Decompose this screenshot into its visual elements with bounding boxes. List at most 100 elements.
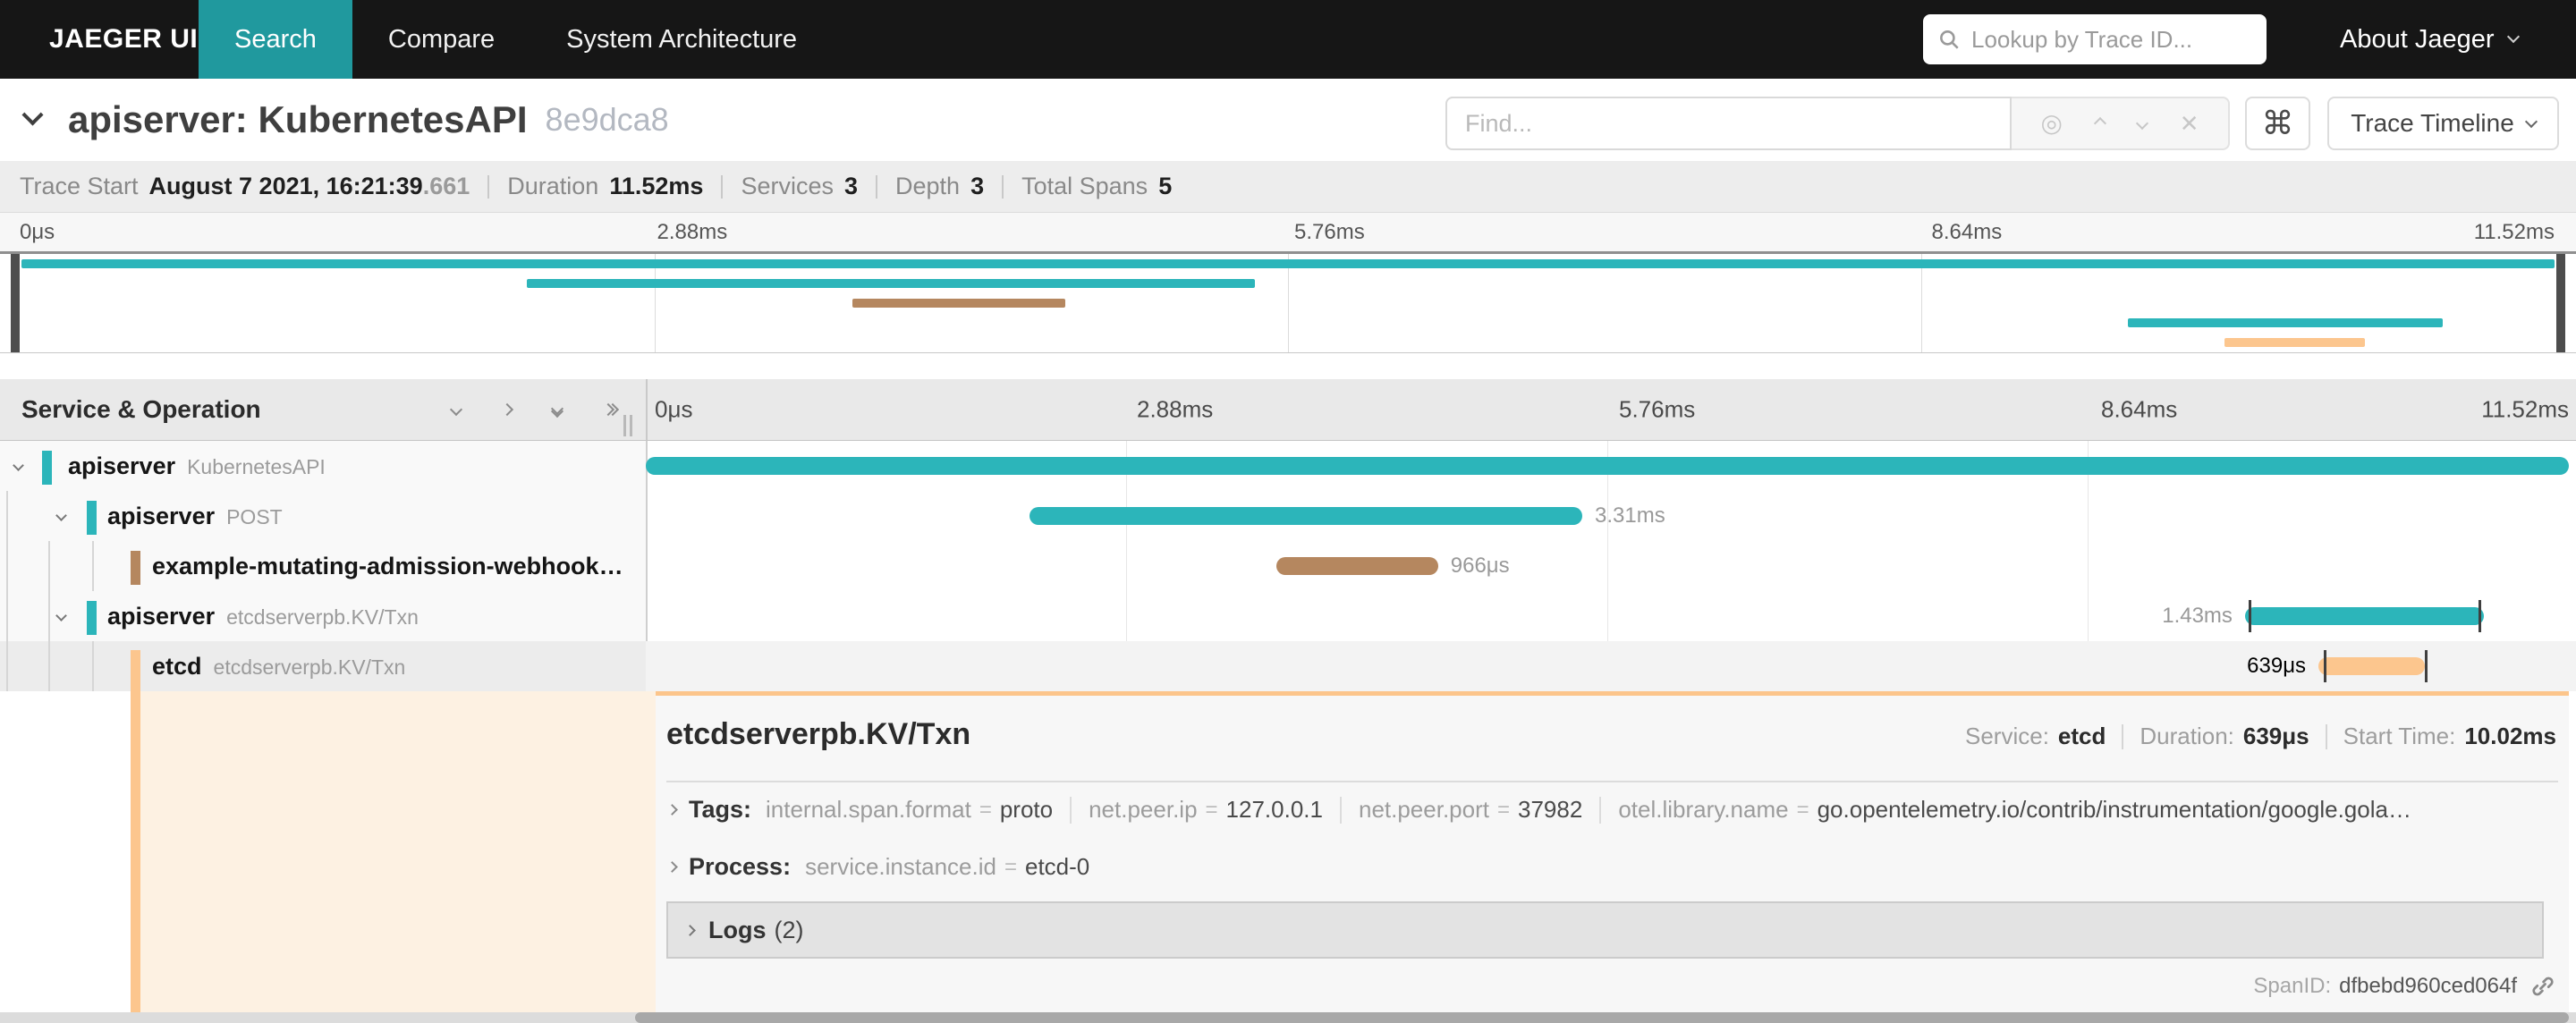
view-selector-button[interactable]: Trace Timeline <box>2327 97 2559 150</box>
tag-value: proto <box>999 796 1054 823</box>
tag-key: service.instance.id <box>805 853 996 880</box>
minimap-tick-labels: 0μs 2.88ms 5.76ms 8.64ms 11.52ms <box>13 213 2562 251</box>
span-bar-row[interactable]: 639μs <box>646 641 2576 691</box>
span-color-bar <box>42 451 52 485</box>
app-logo[interactable]: JAEGER UI <box>49 0 198 79</box>
trace-title: apiserver: KubernetesAPI 8e9dca8 <box>68 79 669 161</box>
scrollbar-thumb[interactable] <box>635 1012 2569 1023</box>
span-bar-row[interactable]: 1.43ms <box>646 591 2576 641</box>
chevron-down-icon[interactable] <box>13 460 24 471</box>
tab-system-architecture[interactable]: System Architecture <box>530 0 833 79</box>
span-name-row[interactable]: example-mutating-admission-webhook… <box>0 541 646 591</box>
prev-result-icon[interactable] <box>2093 116 2106 131</box>
span-name-row[interactable]: etcd etcdserverpb.KV/Txn <box>0 641 646 691</box>
process-row[interactable]: Process: service.instance.id = etcd-0 <box>668 853 2551 881</box>
service-name: apiserver <box>107 602 216 630</box>
service-name: example-mutating-admission-webhook… <box>152 552 623 579</box>
about-jaeger-menu[interactable]: About Jaeger <box>2340 0 2520 79</box>
top-navbar: JAEGER UI Search Compare System Architec… <box>0 0 2576 79</box>
focus-match-icon[interactable]: ◎ <box>2040 111 2062 136</box>
span-color-bar <box>87 601 97 635</box>
keyboard-shortcuts-button[interactable]: ⌘ <box>2245 97 2310 150</box>
trace-titlebar: apiserver: KubernetesAPI 8e9dca8 Find...… <box>0 79 2576 161</box>
spanid-label: SpanID: <box>2253 974 2332 998</box>
tick-label: 0μs <box>655 395 693 423</box>
span-name-text: apiserver KubernetesAPI <box>68 452 326 480</box>
trace-lookup-input[interactable]: Lookup by Trace ID... <box>1923 14 2267 64</box>
process-label: Process: <box>689 853 792 880</box>
span-duration-bar[interactable] <box>2244 607 2484 625</box>
equals-sign: = <box>1496 797 1510 822</box>
span-duration-label: 3.31ms <box>1595 503 1665 528</box>
span-color-bar <box>131 551 140 585</box>
span-duration-bar[interactable] <box>646 457 2569 475</box>
tab-search[interactable]: Search <box>199 0 352 79</box>
span-name-row[interactable]: apiserver etcdserverpb.KV/Txn <box>0 591 646 641</box>
span-name-text: apiserver etcdserverpb.KV/Txn <box>107 603 419 630</box>
tag-key: otel.library.name <box>1618 796 1789 823</box>
chevron-down-icon[interactable] <box>55 610 67 621</box>
span-log-tick <box>2323 650 2326 682</box>
span-meta: Service: etcd Duration: 639μs Start Time… <box>1965 723 2556 750</box>
logs-accordion[interactable]: Logs (2) <box>666 901 2544 959</box>
column-resizer-handle[interactable] <box>623 415 632 436</box>
operation-name: etcdserverpb.KV/Txn <box>226 604 419 629</box>
operation-name: etcdserverpb.KV/Txn <box>213 655 406 679</box>
span-duration-label: 966μs <box>1450 554 1510 578</box>
trace-summary-bar: Trace Start August 7 2021, 16:21:39.661 Du… <box>0 161 2576 213</box>
summary-item: Services 3 <box>741 173 858 200</box>
summary-label: Total Spans <box>1021 173 1148 199</box>
minimap-left-handle[interactable] <box>11 254 20 352</box>
span-bar-row[interactable]: 3.31ms <box>646 491 2576 541</box>
minimap-right-handle[interactable] <box>2556 254 2565 352</box>
tick-label: 2.88ms <box>1137 395 1214 423</box>
timeline-header: Service & Operation 0μs 2.88ms 5.76ms 8.64m… <box>0 379 2576 441</box>
divider <box>487 174 490 199</box>
summary-label: Duration <box>507 173 599 199</box>
divider <box>2122 723 2124 749</box>
span-log-tick <box>2248 600 2251 632</box>
divider <box>2325 723 2327 749</box>
collapse-one-icon[interactable] <box>449 402 463 417</box>
divider <box>1002 174 1004 199</box>
link-icon[interactable] <box>2529 973 2556 1000</box>
collapse-trace-icon[interactable] <box>21 104 44 127</box>
tag-key: net.peer.ip <box>1089 796 1198 823</box>
timeline-minimap[interactable] <box>0 251 2576 353</box>
summary-item: Total Spans 5 <box>1021 173 1172 200</box>
tag-value: go.opentelemetry.io/contrib/instrumentat… <box>1817 796 2411 823</box>
tags-row[interactable]: Tags: internal.span.format = proto net.peer… <box>668 796 2551 824</box>
span-log-tick <box>2425 650 2428 682</box>
trace-name: apiserver: KubernetesAPI <box>68 98 528 140</box>
span-name-row[interactable]: apiserver KubernetesAPI <box>0 441 646 491</box>
span-bar-row[interactable]: 966μs <box>646 541 2576 591</box>
span-duration-bar[interactable] <box>1276 557 1438 575</box>
horizontal-scrollbar[interactable] <box>0 1012 2576 1023</box>
service-value: etcd <box>2057 723 2106 749</box>
tick-label: 0μs <box>20 219 55 244</box>
span-name-text: apiserver POST <box>107 503 283 530</box>
service-label: Service: <box>1965 723 2049 749</box>
tree-guide-line <box>92 541 94 591</box>
operation-name: POST <box>226 504 283 528</box>
next-result-icon[interactable] <box>2135 116 2148 131</box>
span-duration-bar[interactable] <box>2318 657 2426 675</box>
expand-one-icon[interactable] <box>500 402 513 417</box>
tab-compare[interactable]: Compare <box>352 0 530 79</box>
span-name-row[interactable]: apiserver POST <box>0 491 646 541</box>
span-bar-row[interactable] <box>646 441 2576 491</box>
span-duration-bar[interactable] <box>1030 507 1582 525</box>
chevron-down-icon[interactable] <box>55 510 67 521</box>
expand-all-icon[interactable] <box>601 402 620 417</box>
summary-label: Trace Start <box>20 173 139 199</box>
logs-count: (2) <box>774 916 804 943</box>
equals-sign: = <box>979 797 992 822</box>
clear-search-icon[interactable]: ✕ <box>2180 112 2199 135</box>
find-controls: ◎ ✕ <box>2012 97 2230 150</box>
main-nav: Search Compare System Architecture <box>199 0 833 79</box>
equals-sign: = <box>1796 797 1809 822</box>
minimap-span-bar <box>527 279 1256 288</box>
find-input[interactable]: Find... <box>1445 97 2012 150</box>
collapse-all-icon[interactable] <box>551 402 564 418</box>
minimap-span-bar <box>2128 318 2443 327</box>
